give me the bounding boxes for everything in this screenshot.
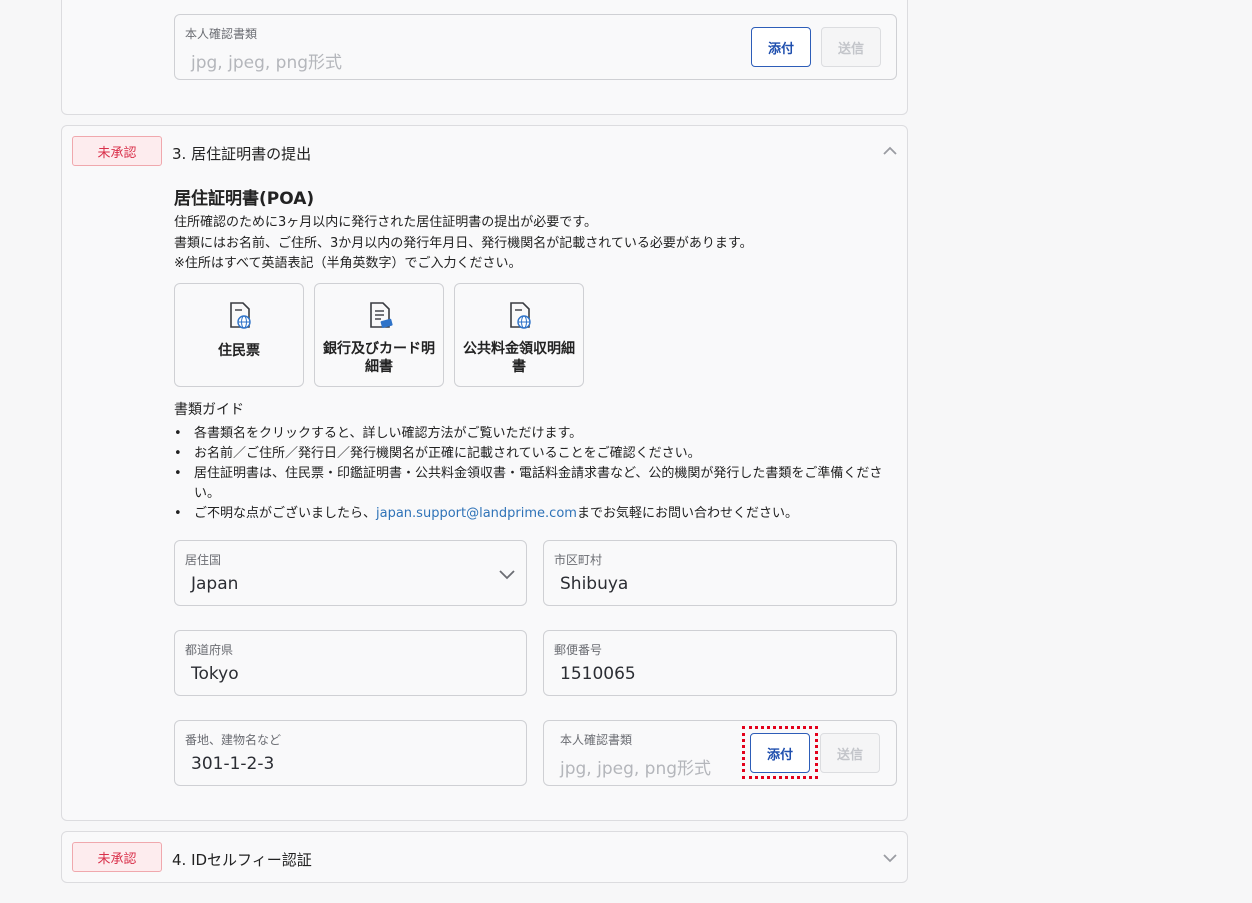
list-item: 各書類名をクリックすると、詳しい確認方法がご覧いただけます。	[174, 424, 899, 444]
city-value: Shibuya	[560, 574, 629, 594]
contact-prefix: ご不明な点がございましたら、	[194, 506, 377, 521]
address-field[interactable]: 番地、建物名など 301-1-2-3	[174, 720, 527, 786]
list-item: ご不明な点がございましたら、japan.support@landprime.co…	[174, 504, 899, 524]
city-field[interactable]: 市区町村 Shibuya	[543, 540, 897, 606]
chevron-down-icon	[499, 570, 515, 580]
poa-heading: 居住証明書(POA)	[174, 189, 315, 209]
doc-type-label: 銀行及びカード明細書	[323, 341, 435, 375]
field-label: 本人確認書類	[185, 27, 258, 41]
step3-card: 未承認 3. 居住証明書の提出 居住証明書(POA) 住所確認のために3ヶ月以内…	[61, 125, 908, 821]
postal-value: 1510065	[560, 664, 636, 684]
description-line-1: 住所確認のために3ヶ月以内に発行された居住証明書の提出が必要です。	[174, 215, 597, 230]
description-line-3: ※住所はすべて英語表記（半角英数字）でご入力ください。	[174, 256, 522, 271]
step4-card: 未承認 4. IDセルフィー認証	[61, 831, 908, 883]
guide-list: 各書類名をクリックすると、詳しい確認方法がご覧いただけます。 お名前／ご住所／発…	[174, 424, 899, 524]
doc-type-juminhyo[interactable]: 住民票	[174, 283, 304, 387]
send-button[interactable]: 送信	[820, 733, 880, 773]
country-label: 居住国	[185, 553, 222, 567]
country-value: Japan	[191, 574, 239, 594]
postal-code-field[interactable]: 郵便番号 1510065	[543, 630, 897, 696]
document-card-icon	[370, 302, 393, 328]
postal-label: 郵便番号	[554, 643, 603, 657]
city-label: 市区町村	[554, 553, 603, 567]
doc-type-label: 公共料金領収明細書	[463, 341, 575, 375]
prefecture-label: 都道府県	[185, 643, 234, 657]
description-line-2: 書類にはお名前、ご住所、3か月以内の発行年月日、発行機関名が記載されている必要が…	[174, 236, 753, 251]
status-badge: 未承認	[72, 842, 162, 872]
address-value: 301-1-2-3	[191, 754, 275, 774]
doc-type-utility-receipt[interactable]: 公共料金領収明細書	[454, 283, 584, 387]
document-globe-icon	[230, 302, 251, 329]
attach-button[interactable]: 添付	[751, 27, 811, 67]
doc-type-bank-card-statement[interactable]: 銀行及びカード明細書	[314, 283, 444, 387]
prefecture-value: Tokyo	[191, 664, 239, 684]
send-button[interactable]: 送信	[821, 27, 881, 67]
id-document-upload-field[interactable]: 本人確認書類 jpg, jpeg, png形式 添付 送信	[174, 14, 897, 80]
doc-type-label: 住民票	[218, 343, 260, 359]
doc-placeholder: jpg, jpeg, png形式	[560, 759, 712, 779]
address-label: 番地、建物名など	[185, 733, 282, 747]
step-title[interactable]: 3. 居住証明書の提出	[172, 143, 311, 164]
list-item: 居住証明書は、住民票・印鑑証明書・公共料金領収書・電話料金請求書など、公的機関が…	[174, 464, 899, 504]
prefecture-field[interactable]: 都道府県 Tokyo	[174, 630, 527, 696]
support-email-link[interactable]: japan.support@landprime.com	[376, 506, 577, 521]
attach-button-highlight	[742, 726, 818, 779]
field-placeholder: jpg, jpeg, png形式	[191, 53, 343, 73]
doc-label: 本人確認書類	[560, 733, 633, 747]
list-item: お名前／ご住所／発行日／発行機関名が正確に記載されていることをご確認ください。	[174, 444, 899, 464]
contact-suffix: までお気軽にお問い合わせください。	[576, 506, 798, 521]
chevron-down-icon[interactable]	[881, 849, 899, 867]
country-select[interactable]: 居住国 Japan	[174, 540, 527, 606]
document-globe-icon	[510, 302, 531, 329]
step2-card: 本人確認書類 jpg, jpeg, png形式 添付 送信	[61, 0, 908, 115]
guide-title: 書類ガイド	[174, 402, 244, 418]
chevron-up-icon[interactable]	[881, 142, 899, 160]
step-title[interactable]: 4. IDセルフィー認証	[172, 849, 312, 870]
status-badge: 未承認	[72, 136, 162, 166]
poa-upload-field[interactable]: 本人確認書類 jpg, jpeg, png形式 添付 送信	[543, 720, 897, 786]
